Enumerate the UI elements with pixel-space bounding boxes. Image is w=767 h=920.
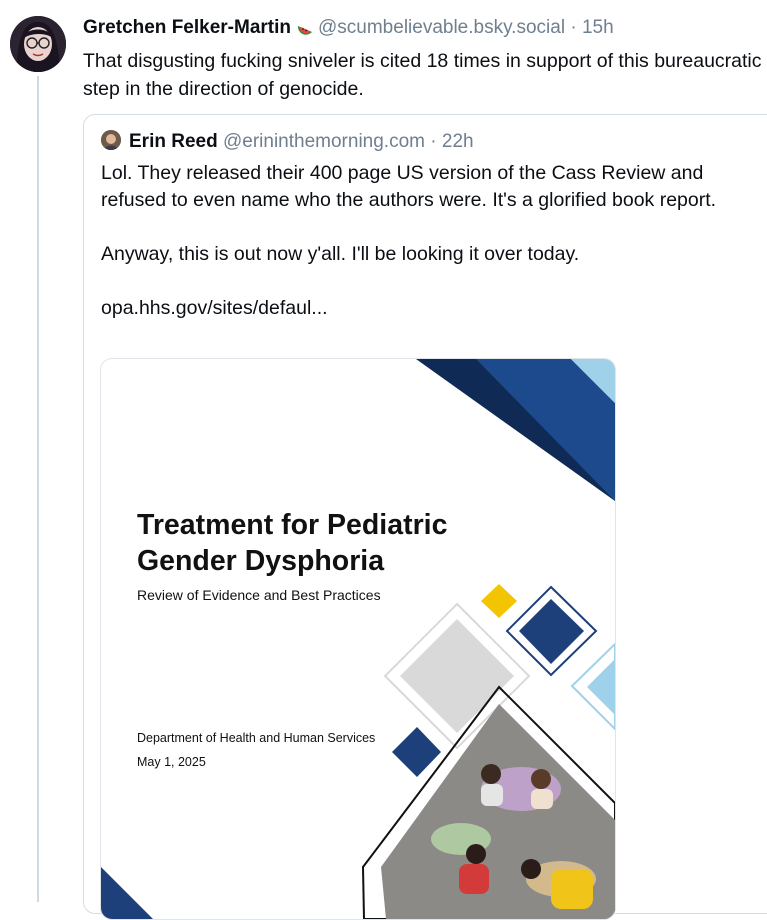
document-department: Department of Health and Human Services <box>137 731 376 745</box>
thread-line <box>37 76 39 902</box>
author-name[interactable]: Gretchen Felker-Martin <box>83 17 291 38</box>
document-title-line-1: Treatment for Pediatric <box>137 509 448 541</box>
quote-author-name[interactable]: Erin Reed <box>129 131 218 152</box>
avatar[interactable] <box>10 16 66 72</box>
quote-avatar <box>101 130 121 150</box>
post-header: Gretchen Felker-Martin @scumbelievable.bs… <box>83 14 767 45</box>
quote-header: Erin Reed @erininthemorning.com · 22h <box>101 129 474 155</box>
document-title-line-2: Gender Dysphoria <box>137 545 385 577</box>
post: Gretchen Felker-Martin @scumbelievable.bs… <box>83 14 767 103</box>
document-image[interactable]: Treatment for Pediatric Gender Dysphoria… <box>100 358 616 920</box>
quote-paragraph-2: Anyway, this is out now y'all. I'll be l… <box>101 243 580 265</box>
document-subtitle: Review of Evidence and Best Practices <box>137 587 381 603</box>
watermelon-icon <box>296 17 314 45</box>
quote-link[interactable]: opa.hhs.gov/sites/defaul... <box>101 295 767 322</box>
post-text: That disgusting fucking sniveler is cite… <box>83 50 762 100</box>
quote-separator: · <box>430 131 437 152</box>
quote-text: Lol. They released their 400 page US ver… <box>101 160 767 322</box>
document-artwork <box>101 359 615 919</box>
document-date: May 1, 2025 <box>137 755 206 769</box>
quote-paragraph-1: Lol. They released their 400 page US ver… <box>101 162 717 211</box>
separator: · <box>570 17 577 38</box>
author-handle[interactable]: @scumbelievable.bsky.social <box>318 17 565 38</box>
quote-author-handle[interactable]: @erininthemorning.com <box>223 131 425 152</box>
timestamp[interactable]: 15h <box>582 17 614 38</box>
quote-timestamp[interactable]: 22h <box>442 131 474 152</box>
document-title: Treatment for Pediatric Gender Dysphoria <box>137 507 447 579</box>
